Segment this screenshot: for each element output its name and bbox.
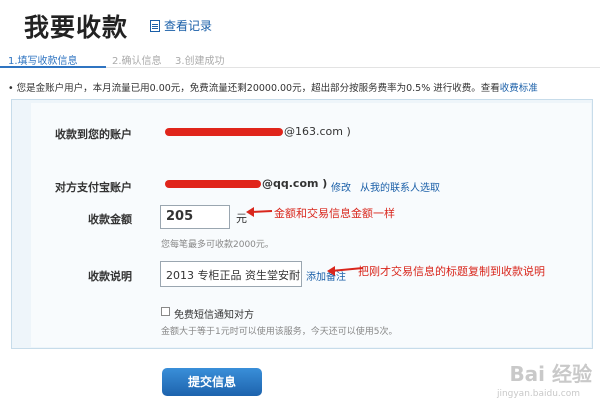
step-3: 3.创建成功 — [175, 56, 225, 67]
payer-account-value: @qq.com ) — [262, 177, 328, 190]
submit-button[interactable]: 提交信息 — [162, 368, 262, 396]
step-indicator: 1.填写收款信息 2.确认信息 3.创建成功 — [0, 50, 600, 68]
payer-edit-link[interactable]: 修改 — [331, 179, 351, 194]
annotation-description: 把刚才交易信息的标题复制到收款说明 — [358, 265, 545, 278]
redaction-mark — [165, 128, 283, 136]
fee-standard-link[interactable]: 收费标准 — [500, 83, 538, 94]
amount-input[interactable]: 205 — [160, 205, 230, 229]
watermark-logo: Bai 经验 — [509, 362, 592, 386]
sms-checkbox[interactable] — [161, 307, 170, 316]
fee-notice: • 您是金账户用户，本月流量已用0.00元，免费流量还剩20000.00元，超出… — [8, 80, 538, 94]
payer-account-label: 对方支付宝账户 — [55, 181, 132, 194]
step-2: 2.确认信息 — [112, 56, 162, 67]
watermark-url: jingyan.baidu.com — [496, 389, 580, 399]
receiver-account-label: 收款到您的账户 — [55, 128, 132, 141]
step-1: 1.填写收款信息 — [8, 56, 78, 67]
fee-notice-text: • 您是金账户用户，本月流量已用0.00元，免费流量还剩20000.00元，超出… — [8, 83, 500, 94]
amount-hint: 您每笔最多可收款2000元。 — [161, 240, 274, 250]
document-icon — [150, 19, 160, 32]
pick-contact-link[interactable]: 从我的联系人选取 — [360, 179, 440, 194]
description-input[interactable]: 2013 专柜正品 资生堂安耐 — [160, 261, 302, 287]
description-label: 收款说明 — [88, 270, 132, 283]
receiver-account-value: @163.com ) — [284, 125, 351, 138]
redaction-mark — [165, 180, 261, 188]
view-records-link[interactable]: 查看记录 — [150, 17, 212, 34]
view-records-label: 查看记录 — [164, 19, 213, 33]
amount-label: 收款金额 — [88, 213, 132, 226]
sms-label: 免费短信通知对方 — [174, 310, 254, 321]
annotation-amount: 金额和交易信息金额一样 — [274, 207, 395, 220]
page-title: 我要收款 — [24, 13, 129, 42]
annotation-arrow-icon — [246, 207, 273, 217]
sms-hint: 金额大于等于1元时可以使用该服务，今天还可以使用5次。 — [161, 327, 398, 337]
